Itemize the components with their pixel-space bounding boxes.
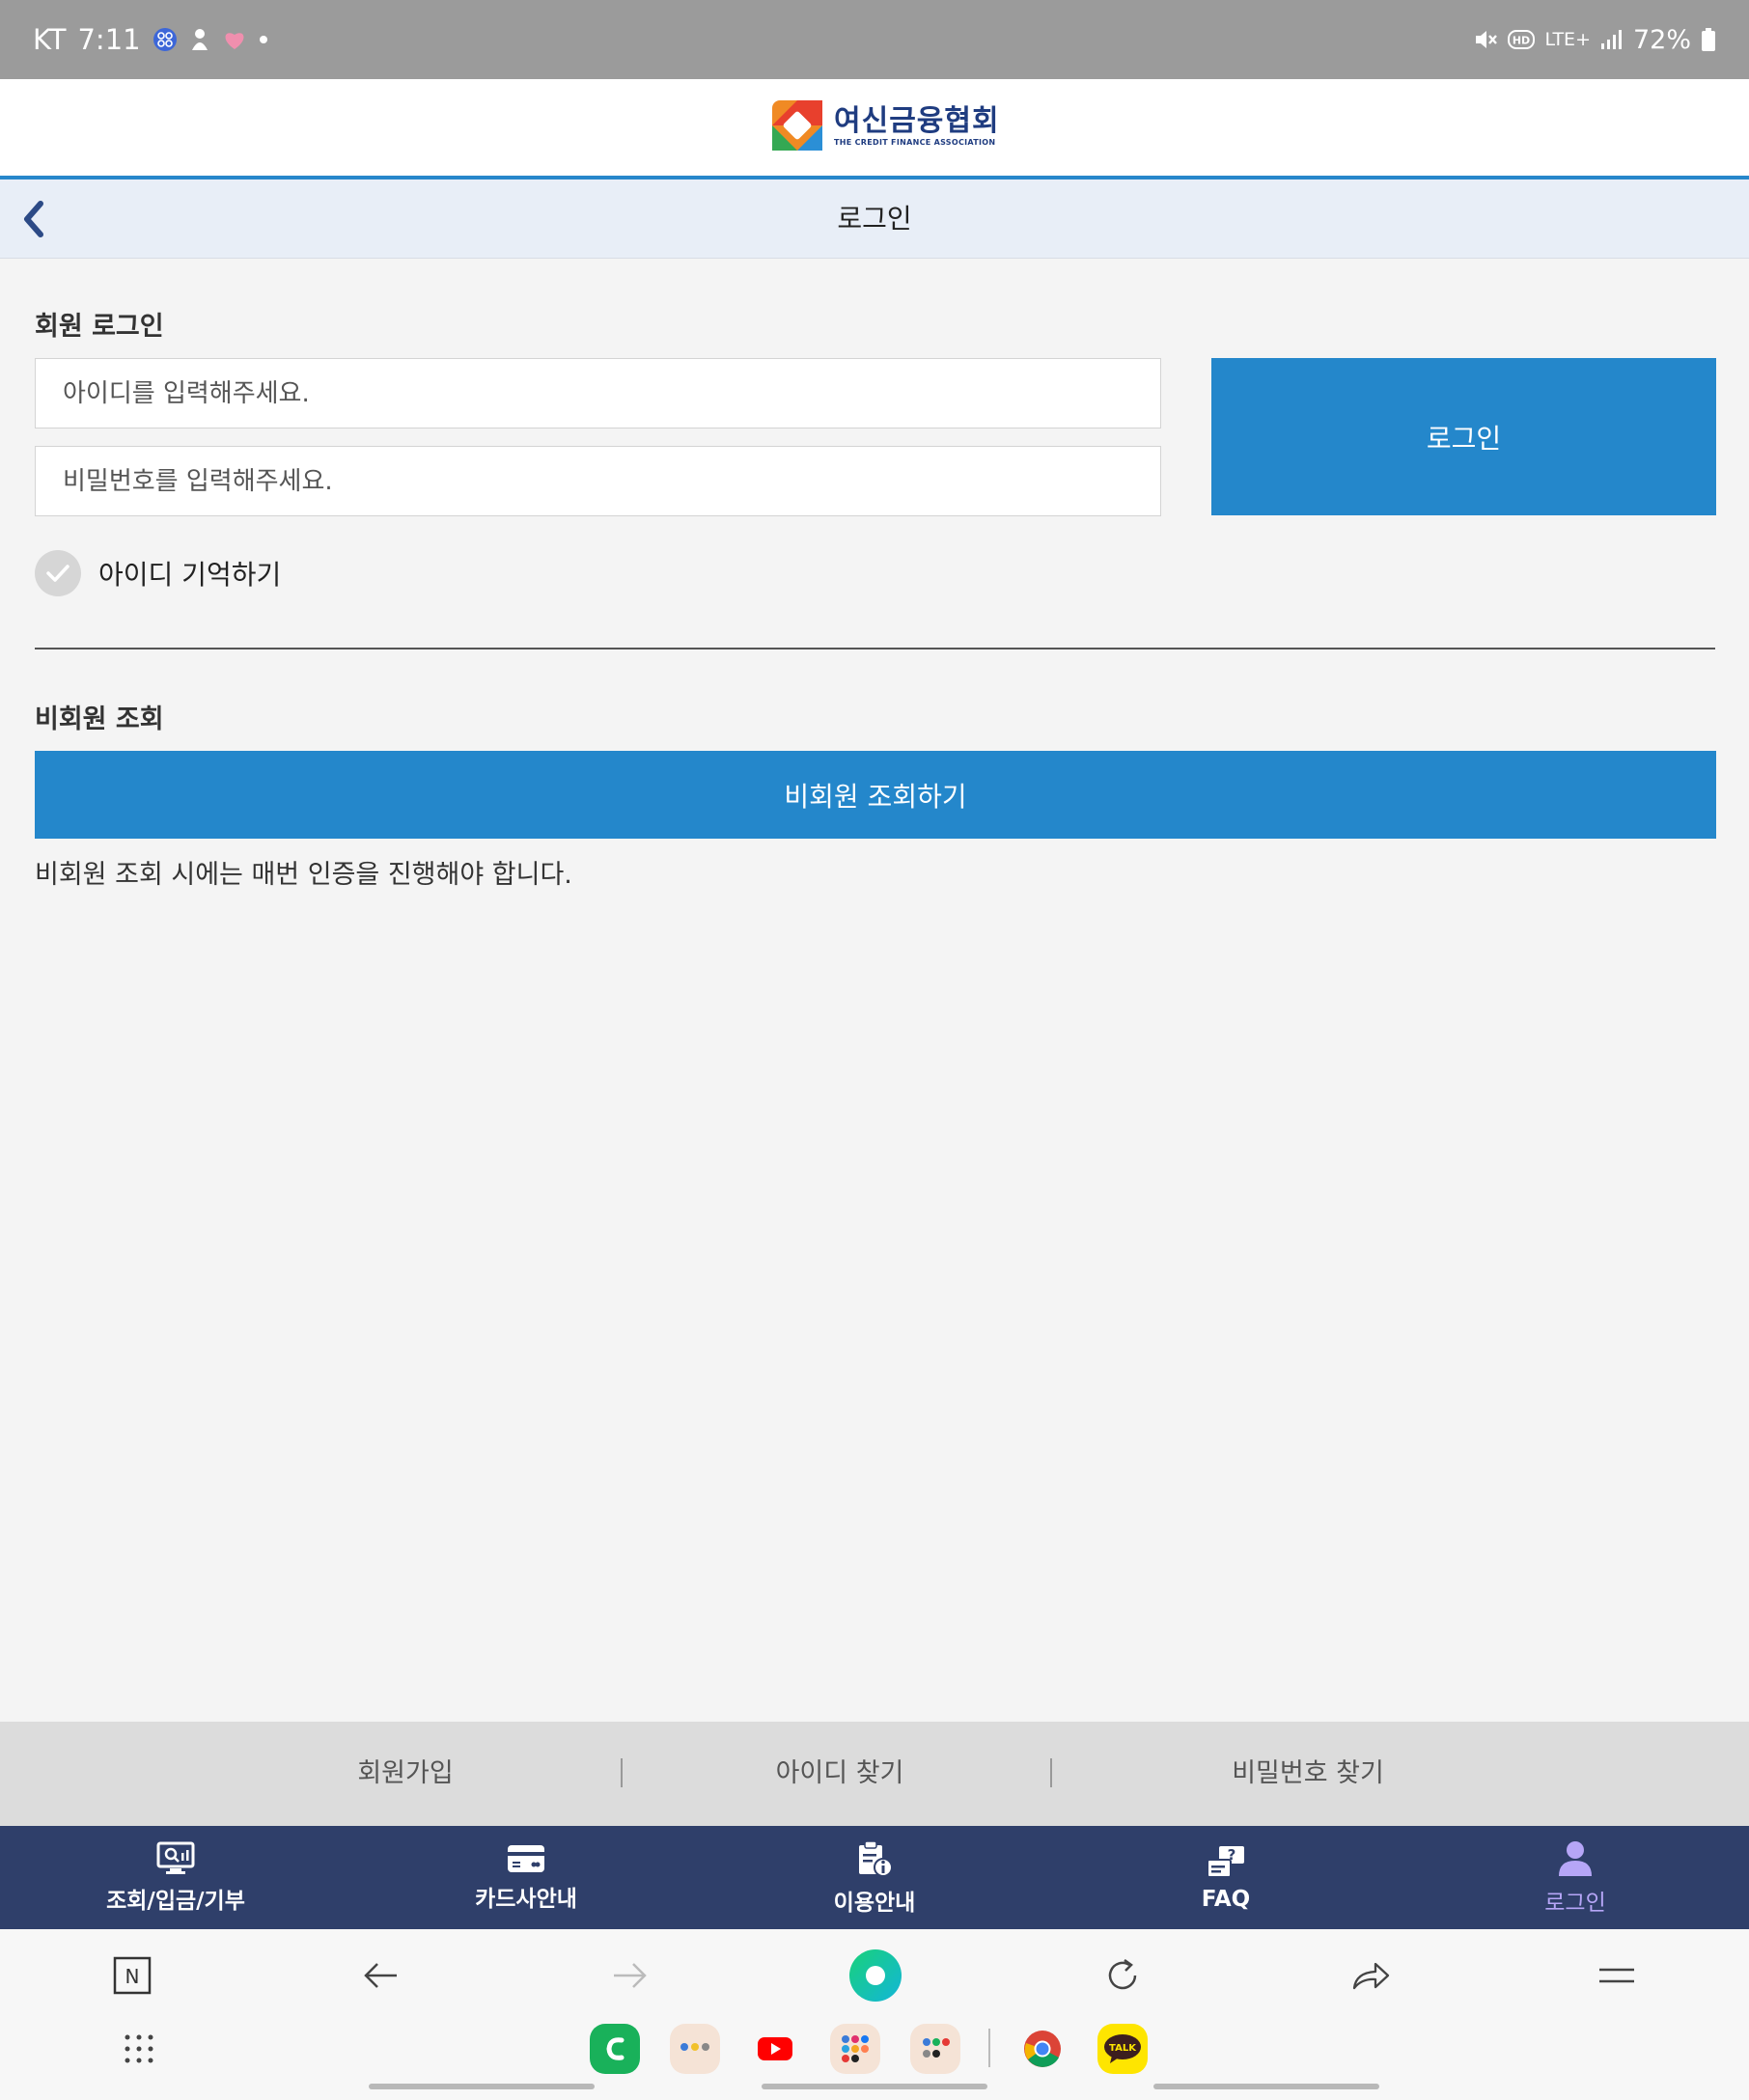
brand-logo-icon [772, 100, 822, 151]
mute-icon [1473, 28, 1498, 51]
hd-voice-icon: HD [1508, 29, 1536, 50]
member-login-label: 회원 로그인 [35, 312, 164, 342]
brand-subtitle: THE CREDIT FINANCE ASSOCIATION [834, 137, 996, 147]
remember-id-checkbox[interactable]: 아이디 기억하기 [35, 550, 281, 596]
character-notification-icon [189, 27, 210, 52]
youtube-icon [758, 2037, 792, 2060]
brand-header: 여신금융협회 THE CREDIT FINANCE ASSOCIATION [0, 79, 1749, 176]
remember-id-label: 아이디 기억하기 [98, 559, 282, 591]
kakaotalk-icon: TALK [1104, 2034, 1141, 2063]
dock-separator [988, 2029, 990, 2067]
dock-app-folder-1[interactable] [670, 2024, 720, 2074]
dock-app-kakaotalk[interactable]: TALK [1097, 2024, 1148, 2074]
more-notifications-dot-icon [259, 35, 268, 44]
arrow-left-icon [364, 1963, 397, 1988]
phone-app-icon [606, 2037, 625, 2060]
app-drawer-button[interactable] [114, 2024, 164, 2074]
signup-link[interactable]: 회원가입 [290, 1722, 521, 1826]
carrier-label: KT [33, 23, 67, 56]
nav-item-card-companies[interactable]: 카드사안내 [381, 1826, 671, 1929]
page-title: 로그인 [837, 203, 912, 235]
app-folder-icon [680, 2043, 709, 2051]
card-icon [508, 1844, 544, 1872]
menu-button[interactable] [1583, 1947, 1651, 2004]
nav-item-faq[interactable]: ? FAQ [1081, 1826, 1371, 1929]
signal-strength-icon [1600, 29, 1624, 50]
check-circle-icon [35, 550, 81, 596]
svg-text:HD: HD [1513, 35, 1530, 47]
section-divider [35, 648, 1715, 649]
grid-dots-icon [125, 2034, 153, 2063]
tab-switcher-button[interactable]: N [98, 1947, 166, 2004]
dock-app-youtube[interactable] [750, 2024, 800, 2074]
user-icon [1559, 1840, 1592, 1876]
link-separator [621, 1758, 623, 1787]
share-button[interactable] [1337, 1947, 1404, 2004]
guest-lookup-label: 비회원 조회 [35, 705, 164, 734]
window-handle-left[interactable] [369, 2084, 595, 2089]
app-folder-icon [923, 2038, 950, 2058]
password-input[interactable] [35, 446, 1161, 516]
browser-forward-button[interactable] [596, 1947, 663, 2004]
dock-app-folder-3[interactable] [910, 2024, 960, 2074]
login-button[interactable]: 로그인 [1211, 358, 1716, 515]
account-links-bar: 회원가입 아이디 찾기 비밀번호 찾기 [0, 1722, 1749, 1826]
guest-lookup-note: 비회원 조회 시에는 매번 인증을 진행해야 합니다. [35, 860, 572, 890]
browser-home-button[interactable] [842, 1947, 909, 2004]
nav-item-login[interactable]: 로그인 [1430, 1826, 1720, 1929]
nav-label: 조회/입금/기부 [106, 1888, 245, 1914]
chrome-icon [1024, 2031, 1061, 2067]
title-bar: 로그인 [0, 180, 1749, 259]
brand-logo[interactable]: 여신금융협회 THE CREDIT FINANCE ASSOCIATION [772, 100, 1000, 151]
nav-item-usage-guide[interactable]: 이용안내 [730, 1826, 1019, 1929]
nav-item-lookup[interactable]: 조회/입금/기부 [31, 1826, 320, 1929]
nav-label: 카드사안내 [475, 1886, 577, 1912]
dock-app-phone[interactable] [590, 2024, 640, 2074]
find-password-link[interactable]: 비밀번호 찾기 [1173, 1722, 1443, 1826]
chevron-left-icon [24, 201, 43, 237]
nav-label: FAQ [1201, 1886, 1251, 1912]
browser-toolbar: N TALK [0, 1929, 1749, 2100]
faq-icon: ? [1207, 1845, 1244, 1878]
battery-percent: 72% [1632, 24, 1691, 55]
window-handle-right[interactable] [1153, 2084, 1379, 2089]
monitor-search-icon [156, 1841, 195, 1874]
reload-icon [1108, 1958, 1137, 1990]
id-input[interactable] [35, 358, 1161, 428]
kakaotalk-label: TALK [1109, 2043, 1137, 2054]
naver-tab-icon: N [113, 1956, 152, 1995]
clock: 7:11 [77, 23, 141, 56]
brand-wordmark: 여신금융협회 THE CREDIT FINANCE ASSOCIATION [834, 103, 1000, 147]
menu-icon [1599, 1968, 1634, 1983]
bottom-nav: 조회/입금/기부 카드사안내 이용안내 ? FAQ 로그인 [0, 1826, 1749, 1929]
status-bar: KT 7:11 HD LTE+ 72% [0, 0, 1749, 79]
app-notification-icon [153, 27, 178, 52]
network-type: LTE+ [1544, 29, 1591, 50]
heart-notification-icon [222, 28, 247, 51]
nav-label: 이용안내 [833, 1890, 916, 1916]
arrow-right-icon [614, 1963, 647, 1988]
share-icon [1352, 1962, 1390, 1990]
window-handle-center[interactable] [762, 2084, 987, 2089]
green-dot-icon [849, 1949, 902, 2002]
clipboard-info-icon [859, 1839, 893, 1877]
link-separator [1050, 1758, 1052, 1787]
brand-name: 여신금융협회 [834, 103, 1000, 138]
app-folder-icon [842, 2035, 869, 2062]
back-button[interactable] [10, 195, 58, 243]
guest-lookup-button[interactable]: 비회원 조회하기 [35, 751, 1716, 839]
dock-app-chrome[interactable] [1017, 2024, 1068, 2074]
nav-label: 로그인 [1544, 1890, 1606, 1916]
dock-app-folder-2[interactable] [830, 2024, 880, 2074]
status-left: KT 7:11 [33, 0, 268, 79]
battery-icon [1701, 27, 1716, 52]
status-right: HD LTE+ 72% [1473, 0, 1716, 79]
reload-button[interactable] [1089, 1947, 1156, 2004]
find-id-link[interactable]: 아이디 찾기 [724, 1722, 956, 1826]
browser-back-button[interactable] [347, 1947, 415, 2004]
tab-badge: N [125, 1965, 140, 1988]
